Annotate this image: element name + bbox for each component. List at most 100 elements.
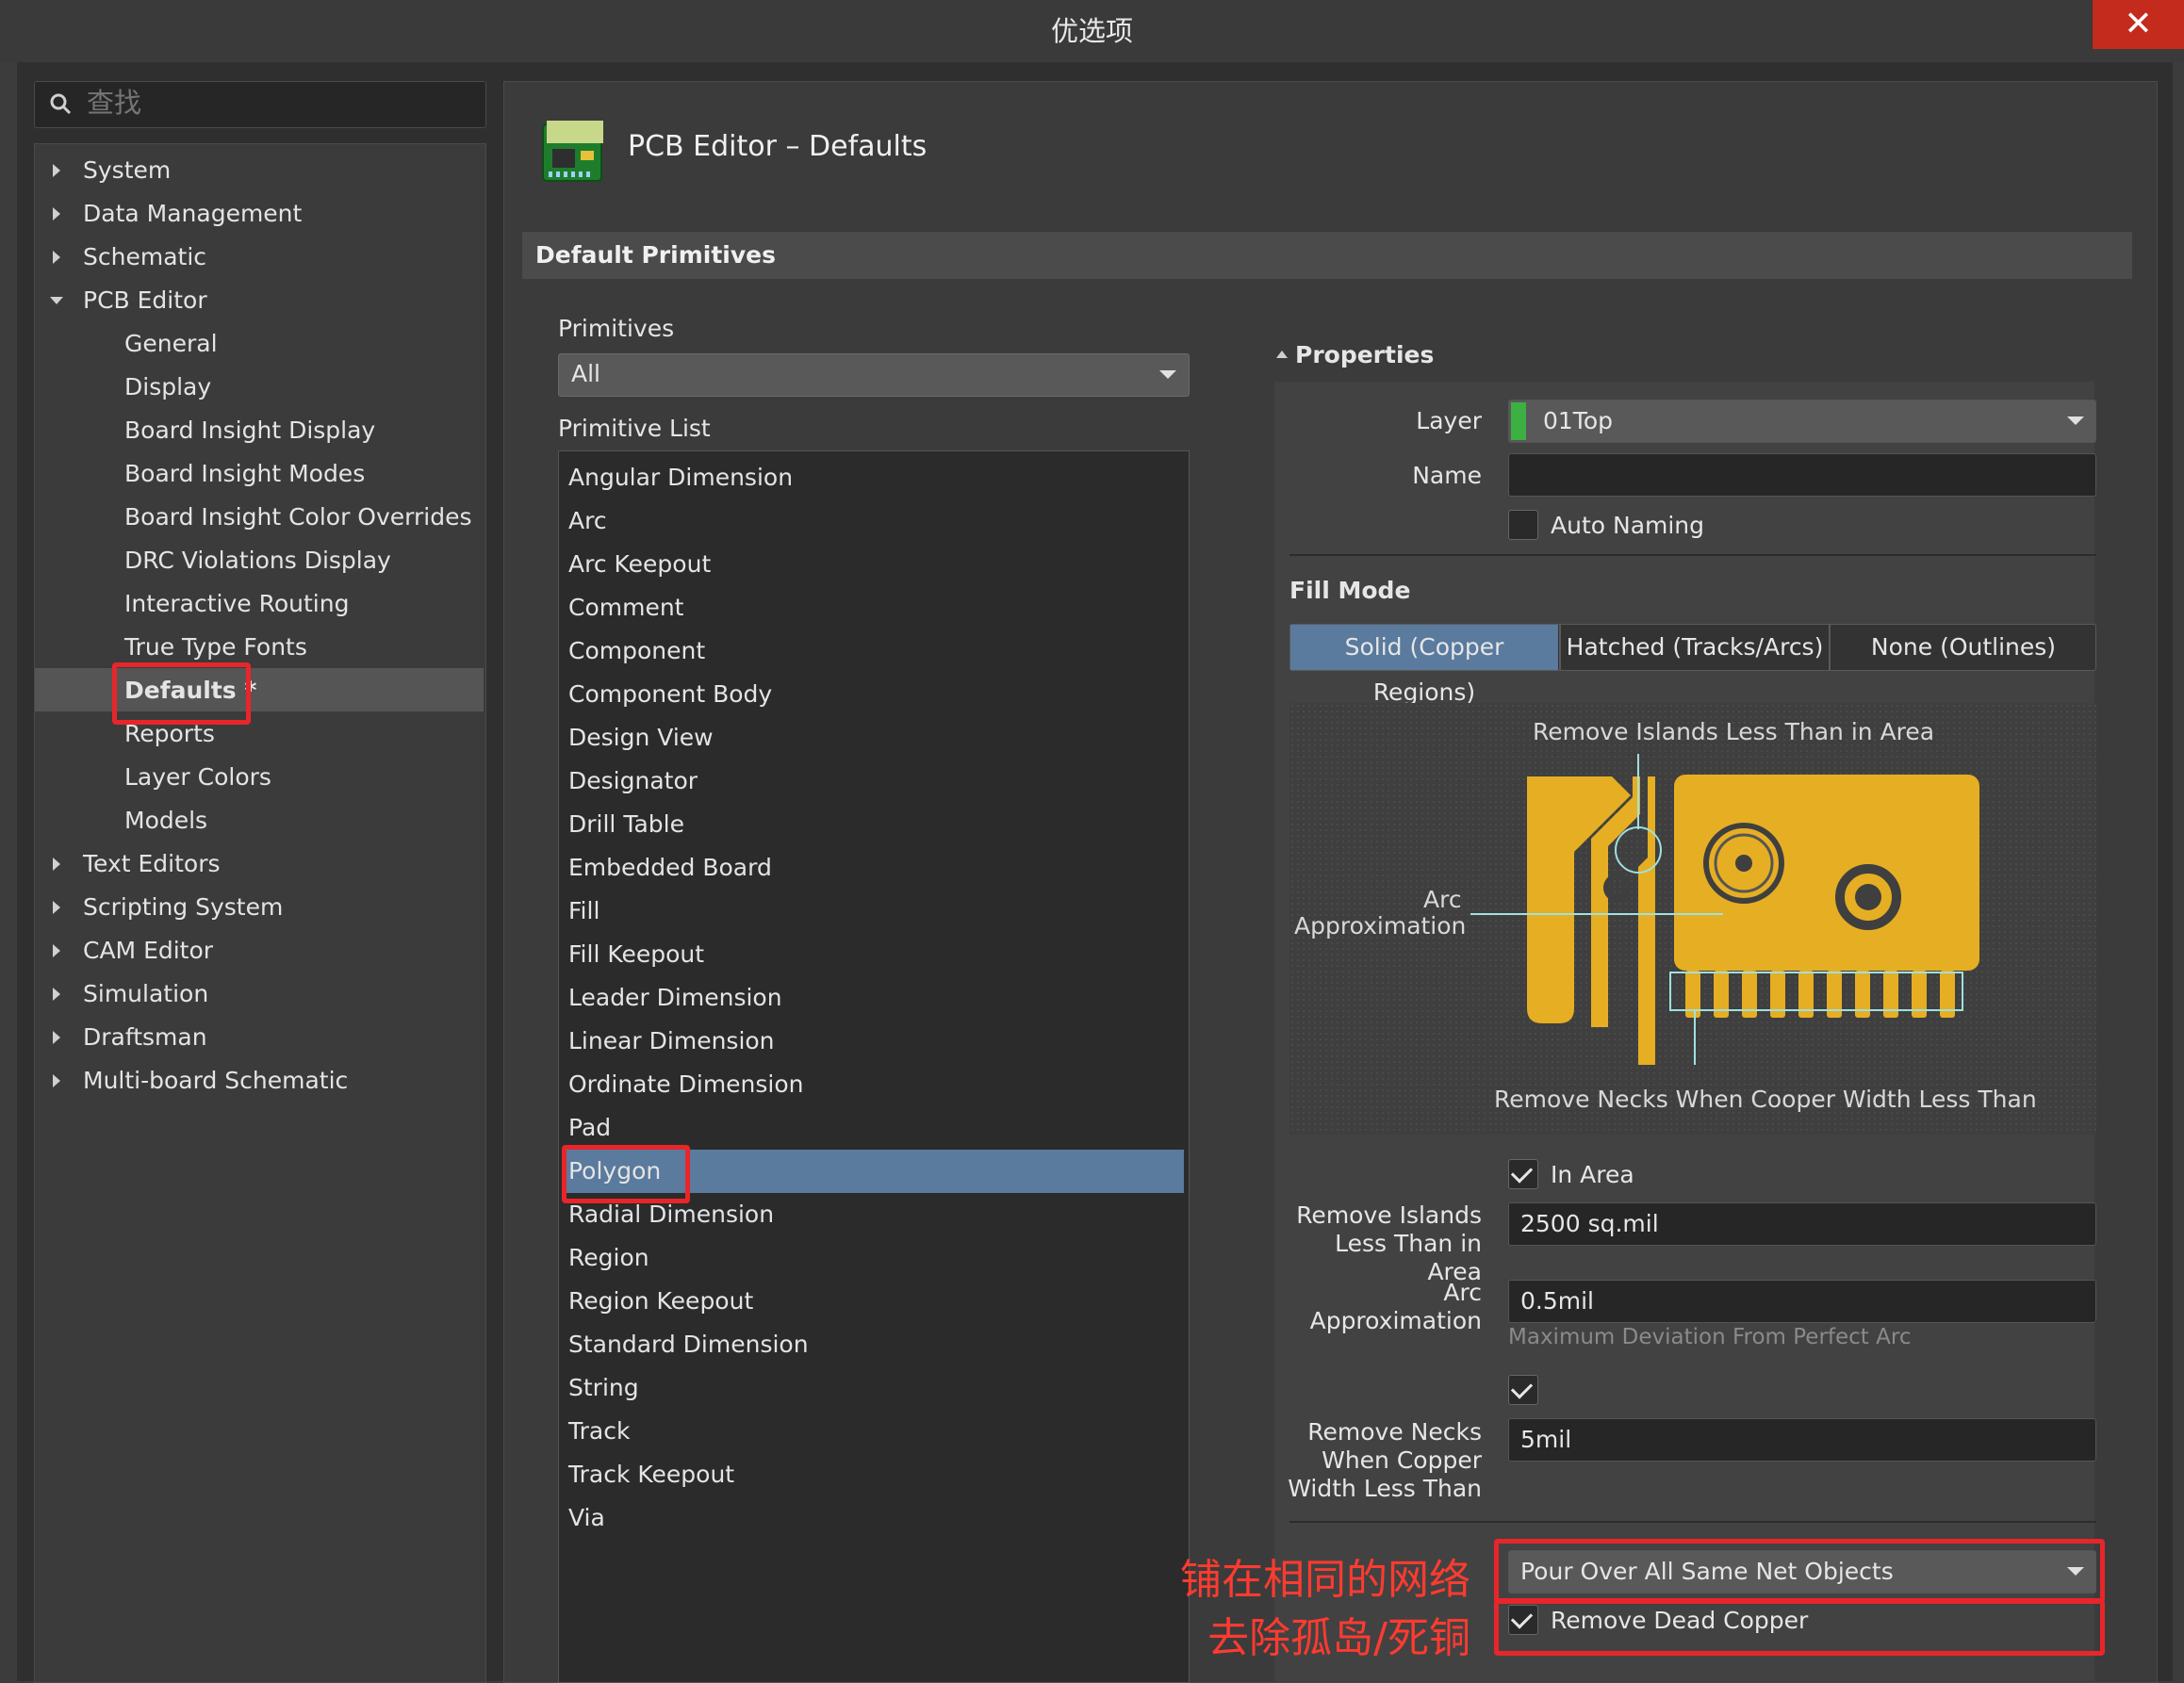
- primitive-list-item[interactable]: Arc Keepout: [568, 543, 711, 586]
- tree-item[interactable]: Display: [124, 366, 211, 409]
- diagram-left-caption-1: Arc: [1423, 886, 1462, 913]
- tree-item[interactable]: General: [124, 322, 218, 366]
- collapsed-arrow-icon[interactable]: [53, 251, 60, 264]
- tree-item[interactable]: System: [83, 149, 171, 192]
- chevron-down-icon: [1159, 370, 1176, 379]
- tree-item[interactable]: Board Insight Modes: [124, 452, 365, 496]
- pcb-editor-icon: [542, 121, 603, 182]
- tree-item[interactable]: Schematic: [83, 236, 206, 279]
- primitives-dropdown[interactable]: [558, 353, 1190, 397]
- window-title: 优选项: [1050, 15, 1133, 47]
- arc-approximation-label-line2: Approximation: [1309, 1307, 1482, 1334]
- collapsed-arrow-icon[interactable]: [53, 164, 60, 177]
- primitive-list-item[interactable]: Pad: [568, 1106, 611, 1150]
- collapsed-arrow-icon[interactable]: [53, 901, 60, 914]
- primitive-list-item[interactable]: Component Body: [568, 673, 772, 716]
- tree-item[interactable]: CAM Editor: [83, 929, 213, 972]
- page-title: PCB Editor – Defaults: [628, 130, 928, 163]
- primitive-list-item[interactable]: Drill Table: [568, 803, 684, 846]
- arc-approximation-label: Arc Approximation: [1282, 1279, 1482, 1335]
- remove-islands-label-line2: Less Than in Area: [1335, 1230, 1482, 1285]
- diagram-bottom-caption: Remove Necks When Cooper Width Less Than: [1494, 1086, 2037, 1113]
- primitive-list-item[interactable]: Component: [568, 629, 705, 673]
- search-icon: [50, 93, 72, 115]
- remove-necks-label-line1: Remove Necks: [1307, 1418, 1482, 1446]
- arc-approximation-label-line1: Arc: [1443, 1279, 1482, 1306]
- layer-label: Layer: [1416, 407, 1482, 434]
- fill-mode-hatched-button[interactable]: Hatched (Tracks/Arcs): [1561, 625, 1829, 670]
- primitive-list-item[interactable]: Arc: [568, 499, 607, 543]
- primitive-list-item[interactable]: String: [568, 1366, 639, 1410]
- search-input[interactable]: [87, 83, 464, 124]
- primitive-list-item[interactable]: Linear Dimension: [568, 1020, 775, 1063]
- primitive-list-item[interactable]: Track: [568, 1410, 630, 1453]
- annotation-remove-dead-copper: 去除孤岛/死铜: [1207, 1614, 1470, 1662]
- collapsed-arrow-icon[interactable]: [53, 207, 60, 221]
- primitive-list-item[interactable]: Angular Dimension: [568, 456, 793, 499]
- tree-item[interactable]: Layer Colors: [124, 756, 271, 799]
- tree-item[interactable]: Scripting System: [83, 886, 283, 929]
- primitive-list-item[interactable]: Region: [568, 1236, 649, 1280]
- remove-necks-label: Remove Necks When Copper Width Less Than: [1282, 1418, 1482, 1503]
- auto-naming-checkbox[interactable]: [1508, 510, 1538, 540]
- highlight-pour-over: [1494, 1539, 2105, 1603]
- primitive-list-item[interactable]: Comment: [568, 586, 684, 629]
- tree-item[interactable]: Data Management: [83, 192, 302, 236]
- section-title: Default Primitives: [535, 241, 776, 269]
- primitive-list-item[interactable]: Fill Keepout: [568, 933, 704, 976]
- highlight-defaults: [112, 662, 251, 725]
- tree-item[interactable]: Simulation: [83, 972, 208, 1016]
- tree-item[interactable]: Multi-board Schematic: [83, 1059, 348, 1103]
- collapsed-arrow-icon[interactable]: [53, 988, 60, 1001]
- remove-necks-checkbox[interactable]: [1508, 1375, 1538, 1405]
- tree-item[interactable]: Draftsman: [83, 1016, 207, 1059]
- remove-islands-label-line1: Remove Islands: [1296, 1201, 1482, 1229]
- primitive-list-item[interactable]: Track Keepout: [568, 1453, 734, 1496]
- tree-item[interactable]: Board Insight Display: [124, 409, 375, 452]
- annotation-pour-same-net: 铺在相同的网络: [1180, 1556, 1470, 1604]
- tree-item[interactable]: PCB Editor: [83, 279, 207, 322]
- primitive-list-item[interactable]: Ordinate Dimension: [568, 1063, 804, 1106]
- primitive-list-item[interactable]: Design View: [568, 716, 714, 760]
- primitive-list-item[interactable]: Embedded Board: [568, 846, 772, 890]
- primitive-list-item[interactable]: Leader Dimension: [568, 976, 782, 1020]
- remove-islands-area-field[interactable]: 2500 sq.mil: [1508, 1202, 2096, 1246]
- primitive-list-item[interactable]: Fill: [568, 890, 599, 933]
- layer-dropdown-value: 01Top: [1543, 407, 1613, 434]
- primitive-list-item[interactable]: Region Keepout: [568, 1280, 753, 1323]
- name-label: Name: [1412, 462, 1482, 489]
- in-area-label: In Area: [1551, 1161, 1634, 1188]
- remove-necks-label-line2: When Copper: [1322, 1446, 1482, 1474]
- remove-necks-width-field[interactable]: 5mil: [1508, 1418, 2096, 1462]
- primitive-list-label: Primitive List: [558, 415, 711, 442]
- close-button[interactable]: ✕: [2093, 0, 2184, 49]
- tree-item[interactable]: DRC Violations Display: [124, 539, 391, 582]
- primitive-list-item[interactable]: Designator: [568, 760, 698, 803]
- tree-item[interactable]: Models: [124, 799, 207, 842]
- fill-mode-none-button[interactable]: None (Outlines): [1831, 625, 2096, 670]
- collapsed-arrow-icon[interactable]: [53, 1031, 60, 1044]
- collapsed-arrow-icon[interactable]: [53, 1074, 60, 1087]
- divider: [1289, 1521, 2096, 1523]
- primitive-list-item[interactable]: Standard Dimension: [568, 1323, 809, 1366]
- checkmark-icon: [1510, 1377, 1534, 1399]
- tree-selection-highlight: [35, 668, 484, 711]
- collapse-arrow-icon[interactable]: [1276, 351, 1288, 358]
- collapsed-arrow-icon[interactable]: [53, 944, 60, 957]
- primitive-list-item[interactable]: Via: [568, 1496, 605, 1540]
- layer-dropdown[interactable]: 01Top: [1508, 400, 2096, 443]
- expanded-arrow-icon[interactable]: [50, 297, 63, 304]
- arc-approximation-field[interactable]: 0.5mil: [1508, 1280, 2096, 1323]
- tree-item[interactable]: Board Insight Color Overrides: [124, 496, 471, 539]
- primitives-label: Primitives: [558, 315, 675, 342]
- collapsed-arrow-icon[interactable]: [53, 858, 60, 871]
- fill-mode-solid-button[interactable]: Solid (Copper Regions): [1290, 625, 1558, 706]
- tree-item[interactable]: Interactive Routing: [124, 582, 349, 626]
- in-area-checkbox[interactable]: [1508, 1159, 1538, 1189]
- name-field[interactable]: [1508, 453, 2096, 497]
- auto-naming-label: Auto Naming: [1551, 512, 1705, 539]
- copper-pour-illustration: [1470, 754, 1979, 1065]
- tree-item[interactable]: Text Editors: [83, 842, 221, 886]
- diagram-left-caption-2: Approximation: [1294, 912, 1467, 940]
- divider: [1289, 554, 2096, 556]
